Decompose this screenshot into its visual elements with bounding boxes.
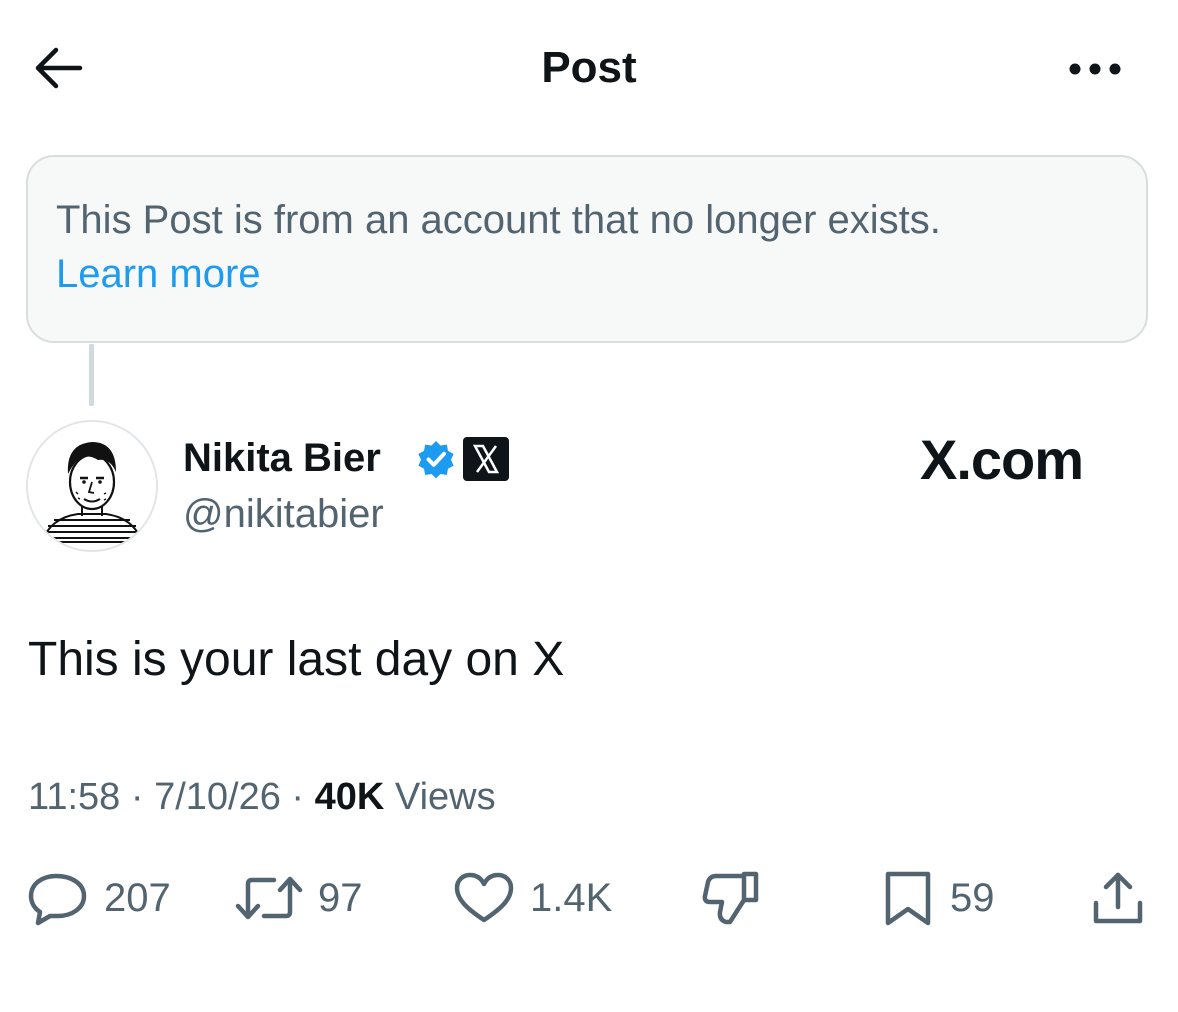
bookmark-count: 59: [950, 876, 995, 920]
repost-count: 97: [318, 876, 363, 920]
bookmark-icon: [885, 871, 931, 926]
notice-message: This Post is from an account that no lon…: [56, 198, 941, 242]
post-meta: 11:58 · 7/10/26 · 40K Views: [28, 772, 496, 822]
verified-badge-icon: [418, 441, 454, 479]
more-options-button[interactable]: [1060, 44, 1130, 94]
reply-count: 207: [104, 876, 171, 920]
share-button[interactable]: [1090, 866, 1146, 930]
avatar[interactable]: [26, 420, 158, 552]
share-icon: [1093, 872, 1143, 924]
author-name[interactable]: Nikita Bier: [183, 432, 381, 484]
reply-icon: [28, 873, 87, 926]
avatar-illustration: [28, 422, 156, 550]
reply-button[interactable]: 207: [26, 866, 171, 930]
page-title: Post: [541, 43, 637, 92]
deleted-account-notice: This Post is from an account that no lon…: [26, 155, 1148, 343]
like-button[interactable]: 1.4K: [452, 866, 612, 930]
downvote-button[interactable]: [700, 866, 764, 930]
meta-separator: ·: [291, 776, 315, 818]
thread-connector-line: [89, 344, 94, 406]
repost-icon: [235, 876, 303, 920]
affiliation-label[interactable]: X.com: [920, 428, 1084, 492]
more-icon: [1069, 63, 1121, 75]
author-handle[interactable]: @nikitabier: [183, 488, 384, 540]
thumbs-down-icon: [702, 871, 759, 925]
post-text: This is your last day on X: [28, 633, 565, 686]
repost-button[interactable]: 97: [234, 866, 363, 930]
learn-more-link[interactable]: Learn more: [56, 247, 261, 301]
author-badges: [416, 436, 510, 482]
post-time[interactable]: 11:58: [28, 776, 120, 818]
meta-separator: ·: [130, 776, 155, 818]
views-count: 40K: [314, 776, 385, 818]
views-label: Views: [394, 776, 496, 818]
heart-icon: [454, 872, 514, 923]
post-date[interactable]: 7/10/26: [154, 776, 281, 818]
like-count: 1.4K: [530, 876, 613, 920]
x-affiliation-badge-icon: [463, 437, 509, 481]
bookmark-button[interactable]: 59: [880, 866, 995, 930]
